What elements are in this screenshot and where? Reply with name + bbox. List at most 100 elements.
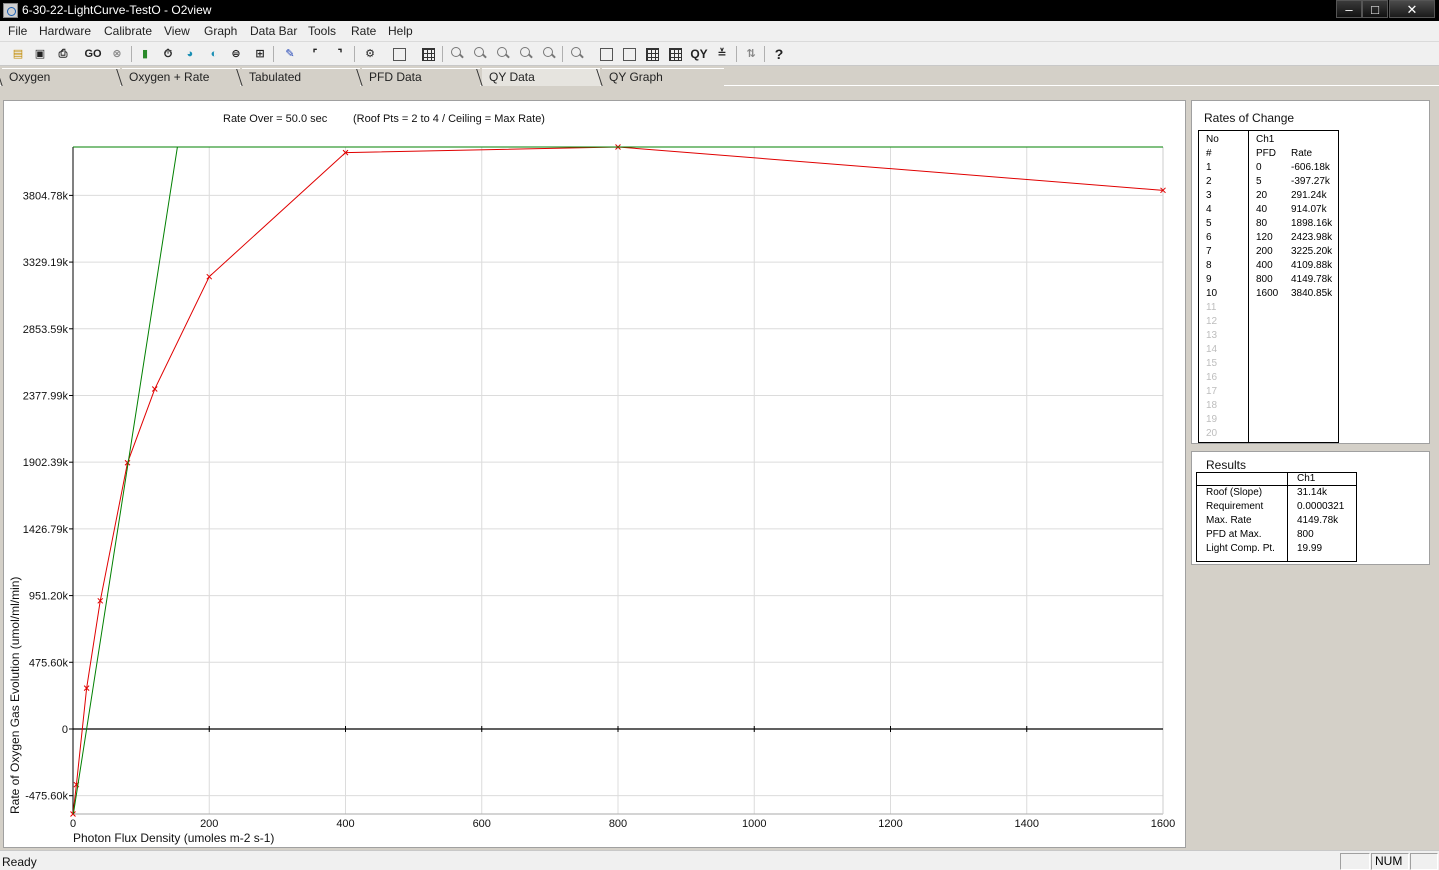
table-row[interactable]: 4 40 914.07k xyxy=(1199,204,1338,218)
menu-tools[interactable]: Tools xyxy=(308,24,336,38)
print-icon[interactable]: ⎙ xyxy=(54,45,72,63)
x-tick-label: 600 xyxy=(473,818,491,830)
table-highlight-icon[interactable] xyxy=(666,45,684,63)
header-hash: # xyxy=(1206,148,1212,159)
tab-qy-data[interactable]: QY Data xyxy=(482,68,600,86)
y-tick-label: 0 xyxy=(62,724,68,736)
table-row[interactable]: 3 20 291.24k xyxy=(1199,190,1338,204)
table-row[interactable]: 14 xyxy=(1199,344,1338,358)
table-row[interactable]: 9 800 4149.78k xyxy=(1199,274,1338,288)
table-row[interactable]: 8 400 4109.88k xyxy=(1199,260,1338,274)
table-row[interactable]: 17 xyxy=(1199,386,1338,400)
table-icon[interactable] xyxy=(643,45,661,63)
zoom-in-icon[interactable] xyxy=(448,45,466,63)
save-icon[interactable]: ▣ xyxy=(31,45,49,63)
cell-pfd: 800 xyxy=(1256,274,1273,285)
table-row[interactable]: 2 5 -397.27k xyxy=(1199,176,1338,190)
link-icon[interactable]: ⊜ xyxy=(227,45,245,63)
menu-help[interactable]: Help xyxy=(388,24,413,38)
status-scroll-indicator xyxy=(1410,853,1438,870)
tab-oxygen[interactable]: Oxygen xyxy=(2,68,120,86)
channels-icon[interactable]: ⊞ xyxy=(251,45,269,63)
table-row[interactable]: Light Comp. Pt. 19.99 xyxy=(1197,543,1356,557)
qy-button[interactable]: QY xyxy=(688,45,710,63)
grid-icon[interactable] xyxy=(419,45,437,63)
results-table[interactable]: Ch1 Roof (Slope) 31.14k Requirement 0.00003… xyxy=(1196,472,1357,562)
sort-icon[interactable]: ⇅ xyxy=(742,45,760,63)
go-button[interactable]: GO xyxy=(82,45,104,63)
menu-calibrate[interactable]: Calibrate xyxy=(104,24,152,38)
status-num-indicator: NUM xyxy=(1371,853,1409,870)
cell-no: 9 xyxy=(1206,274,1212,285)
result-value: 800 xyxy=(1297,529,1314,540)
table-row[interactable]: 15 xyxy=(1199,358,1338,372)
minimize-button[interactable]: – xyxy=(1336,0,1362,18)
graph-window-icon[interactable] xyxy=(597,45,615,63)
menu-view[interactable]: View xyxy=(164,24,190,38)
cell-pfd: 200 xyxy=(1256,246,1273,257)
table-row[interactable]: 11 xyxy=(1199,302,1338,316)
menu-hardware[interactable]: Hardware xyxy=(39,24,91,38)
table-row[interactable]: Roof (Slope) 31.14k xyxy=(1197,487,1356,501)
tab-pfd-data[interactable]: PFD Data xyxy=(362,68,480,86)
table-row[interactable]: 20 xyxy=(1199,428,1338,442)
table-row[interactable]: 6 120 2423.98k xyxy=(1199,232,1338,246)
cell-pfd: 400 xyxy=(1256,260,1273,271)
menu-file[interactable]: File xyxy=(8,24,27,38)
autoscale-icon[interactable] xyxy=(568,45,586,63)
calibrate-circle-icon[interactable]: ◕ xyxy=(181,45,199,63)
zero-circle-icon[interactable]: ◐ xyxy=(205,45,223,63)
settings-icon[interactable]: ⚙ xyxy=(361,45,379,63)
open-folder-icon[interactable]: ▤ xyxy=(9,45,27,63)
table-row[interactable]: 13 xyxy=(1199,330,1338,344)
table-row[interactable]: 19 xyxy=(1199,414,1338,428)
tab-qy-graph[interactable]: QY Graph xyxy=(602,68,724,86)
cell-no: 5 xyxy=(1206,218,1212,229)
cal-step-icon[interactable]: ⌝ xyxy=(331,45,349,63)
x-tick-label: 1000 xyxy=(742,818,766,830)
graph-split-icon[interactable] xyxy=(620,45,638,63)
zoom-x-icon[interactable] xyxy=(471,45,489,63)
data-point-marker xyxy=(151,386,158,392)
menu-rate[interactable]: Rate xyxy=(351,24,376,38)
probe-icon[interactable]: ✎ xyxy=(281,45,299,63)
table-row[interactable]: 1 0 -606.18k xyxy=(1199,162,1338,176)
stop-icon[interactable]: ⊗ xyxy=(108,45,126,63)
result-label: Roof (Slope) xyxy=(1206,487,1263,498)
timer-icon[interactable]: ⏱ xyxy=(159,45,177,63)
toolbar-separator xyxy=(131,46,132,62)
qy-graph-icon[interactable]: ≚ xyxy=(713,45,731,63)
rates-of-change-table[interactable]: No # Ch1 PFD Rate 1 0 -606.18k 2 5 -397.27k 3 2… xyxy=(1198,130,1339,443)
table-row[interactable]: PFD at Max. 800 xyxy=(1197,529,1356,543)
tab-tabulated[interactable]: Tabulated xyxy=(242,68,360,86)
tab-oxygen-rate[interactable]: Oxygen + Rate xyxy=(122,68,240,86)
table-row[interactable]: 16 xyxy=(1199,372,1338,386)
table-row[interactable]: Max. Rate 4149.78k xyxy=(1197,515,1356,529)
menu-data-bar[interactable]: Data Bar xyxy=(250,24,297,38)
zoom-reset-icon[interactable] xyxy=(540,45,558,63)
qy-chart: Rate Over = 50.0 sec (Roof Pts = 2 to 4 … xyxy=(8,113,1175,845)
table-row[interactable]: 10 1600 3840.85k xyxy=(1199,288,1338,302)
o2view-window: 6-30-22-LightCurve-TestO - O2view – □ ✕ … xyxy=(0,0,1439,870)
marker-icon[interactable]: ▮ xyxy=(136,45,154,63)
data-bar: Rates of Change No # Ch1 PFD Rate 1 0 -606… xyxy=(1190,100,1439,848)
toolbar-separator xyxy=(736,46,737,62)
table-row[interactable]: 7 200 3225.20k xyxy=(1199,246,1338,260)
cal-ramp-icon[interactable]: ⌜ xyxy=(306,45,324,63)
table-row[interactable]: 18 xyxy=(1199,400,1338,414)
cell-no: 6 xyxy=(1206,232,1212,243)
help-button[interactable]: ? xyxy=(770,45,788,63)
menu-graph[interactable]: Graph xyxy=(204,24,237,38)
zoom-y-icon[interactable] xyxy=(494,45,512,63)
chart-panel: Rate Over = 50.0 sec (Roof Pts = 2 to 4 … xyxy=(3,100,1186,848)
zoom-out-icon[interactable] xyxy=(517,45,535,63)
maximize-button[interactable]: □ xyxy=(1362,0,1388,18)
close-button[interactable]: ✕ xyxy=(1389,0,1435,18)
graph-frame-icon[interactable] xyxy=(390,45,408,63)
table-row[interactable]: 12 xyxy=(1199,316,1338,330)
cell-rate: 2423.98k xyxy=(1291,232,1333,243)
result-label: Light Comp. Pt. xyxy=(1206,543,1275,554)
table-row[interactable]: 5 80 1898.16k xyxy=(1199,218,1338,232)
table-row[interactable]: Requirement 0.0000321 xyxy=(1197,501,1356,515)
x-tick-label: 0 xyxy=(70,818,76,830)
